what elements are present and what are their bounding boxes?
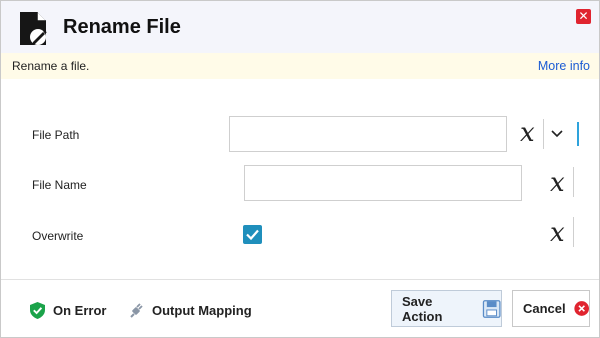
shield-check-icon bbox=[30, 301, 45, 319]
file-edit-icon bbox=[20, 12, 47, 45]
divider bbox=[543, 119, 544, 149]
cancel-label: Cancel bbox=[523, 301, 566, 316]
plug-icon bbox=[130, 302, 143, 318]
more-info-link[interactable]: More info bbox=[538, 59, 590, 73]
close-button[interactable]: ✕ bbox=[576, 9, 591, 24]
overwrite-checkbox[interactable] bbox=[243, 225, 262, 244]
file-name-input[interactable] bbox=[244, 165, 522, 201]
rename-file-dialog: Rename File ✕ Rename a file. More info F… bbox=[0, 0, 600, 338]
overwrite-label: Overwrite bbox=[32, 229, 84, 243]
scroll-indicator bbox=[577, 122, 579, 146]
save-action-button[interactable]: Save Action bbox=[391, 290, 502, 327]
output-mapping-label: Output Mapping bbox=[152, 302, 252, 318]
on-error-button[interactable]: On Error bbox=[29, 300, 106, 320]
close-icon: ✕ bbox=[578, 9, 589, 23]
checkmark-icon bbox=[246, 229, 259, 241]
save-action-label: Save Action bbox=[402, 293, 443, 324]
file-name-label: File Name bbox=[32, 178, 87, 192]
info-bar: Rename a file. More info bbox=[1, 53, 599, 79]
output-mapping-button[interactable]: Output Mapping bbox=[128, 300, 252, 320]
overwrite-variable-icon[interactable]: x bbox=[550, 220, 565, 246]
file-path-input[interactable] bbox=[229, 116, 507, 152]
action-description: Rename a file. bbox=[12, 59, 90, 73]
on-error-label: On Error bbox=[53, 302, 107, 318]
file-name-variable-icon[interactable]: x bbox=[550, 170, 565, 196]
divider bbox=[573, 217, 574, 247]
chevron-down-icon[interactable] bbox=[549, 125, 565, 141]
file-path-variable-icon[interactable]: x bbox=[520, 120, 535, 146]
cancel-button[interactable]: Cancel bbox=[512, 290, 590, 327]
dialog-header: Rename File ✕ bbox=[1, 1, 599, 53]
cancel-icon bbox=[574, 301, 589, 316]
divider bbox=[573, 167, 574, 197]
save-icon bbox=[482, 299, 501, 318]
footer-divider bbox=[1, 279, 599, 280]
file-path-label: File Path bbox=[32, 128, 80, 142]
dialog-title: Rename File bbox=[63, 16, 181, 38]
